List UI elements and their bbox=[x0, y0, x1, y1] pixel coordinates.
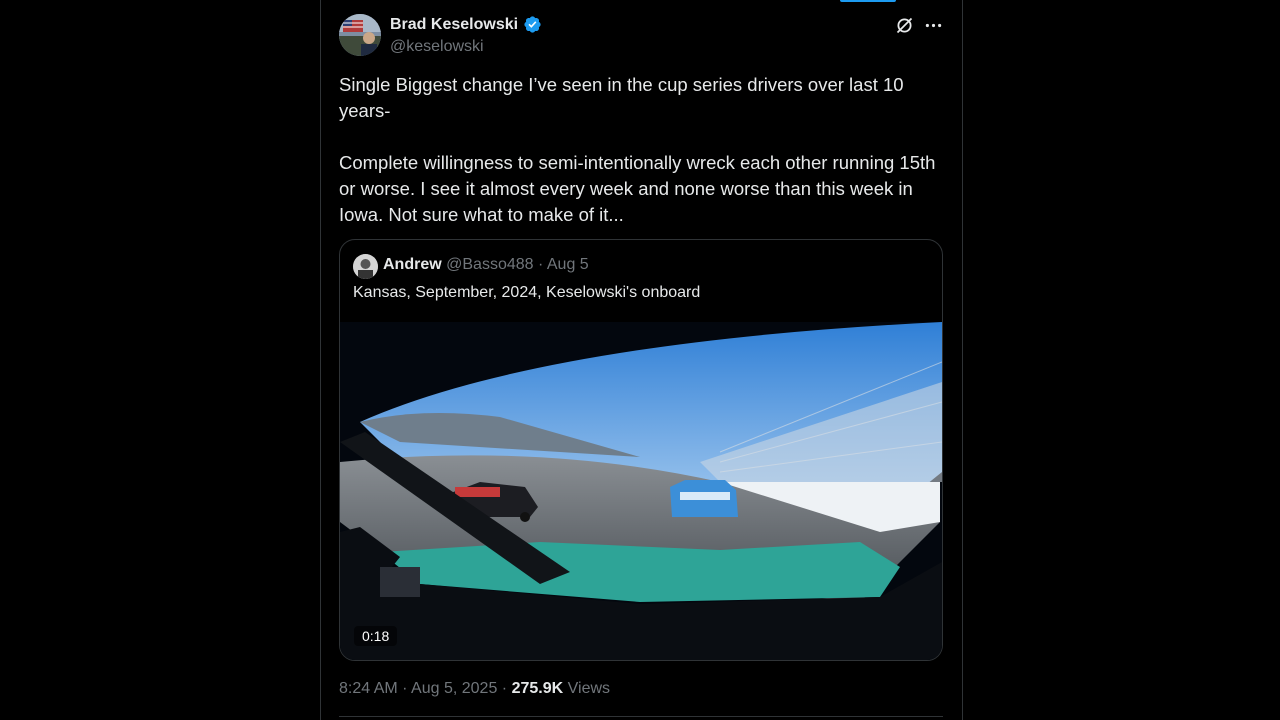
quote-avatar-image bbox=[353, 254, 378, 279]
author-handle[interactable]: @keselowski bbox=[390, 38, 484, 56]
divider bbox=[339, 716, 943, 717]
grok-icon[interactable] bbox=[894, 15, 915, 36]
author-avatar[interactable] bbox=[339, 14, 381, 56]
author-name-row: Brad Keselowski bbox=[390, 15, 542, 34]
video-frame bbox=[340, 322, 942, 660]
video-player[interactable]: 0:18 bbox=[340, 322, 942, 660]
video-duration: 0:18 bbox=[354, 626, 398, 646]
quote-author-name[interactable]: Andrew bbox=[383, 256, 442, 273]
footer-separator-2: · bbox=[501, 680, 508, 697]
quote-header: Andrew @Basso488 · Aug 5 bbox=[383, 256, 589, 274]
author-name[interactable]: Brad Keselowski bbox=[390, 16, 518, 34]
tweet-text: Single Biggest change I’ve seen in the c… bbox=[339, 72, 943, 228]
verified-badge-icon bbox=[524, 16, 541, 33]
tweet-footer: 8:24 AM · Aug 5, 2025 · 275.9K Views bbox=[339, 680, 610, 698]
quote-author-avatar[interactable] bbox=[353, 254, 378, 279]
views-label: Views bbox=[567, 680, 611, 697]
quote-author-handle[interactable]: @Basso488 bbox=[446, 256, 533, 273]
top-indicator bbox=[840, 0, 896, 2]
avatar-image bbox=[339, 14, 381, 56]
tweet-paragraph-1: Single Biggest change I’ve seen in the c… bbox=[339, 74, 904, 121]
more-icon[interactable] bbox=[923, 15, 944, 36]
quoted-tweet[interactable]: Andrew @Basso488 · Aug 5 Kansas, Septemb… bbox=[339, 239, 943, 661]
tweet-paragraph-2: Complete willingness to semi-intentional… bbox=[339, 152, 936, 225]
quote-date[interactable]: Aug 5 bbox=[547, 256, 589, 273]
views-count[interactable]: 275.9K bbox=[512, 680, 564, 697]
footer-separator-1: · bbox=[402, 680, 408, 697]
quote-text: Kansas, September, 2024, Keselowski's on… bbox=[353, 284, 701, 301]
tweet-time[interactable]: 8:24 AM bbox=[339, 680, 398, 697]
quote-separator: · bbox=[537, 256, 544, 273]
tweet-date[interactable]: Aug 5, 2025 bbox=[411, 680, 497, 697]
